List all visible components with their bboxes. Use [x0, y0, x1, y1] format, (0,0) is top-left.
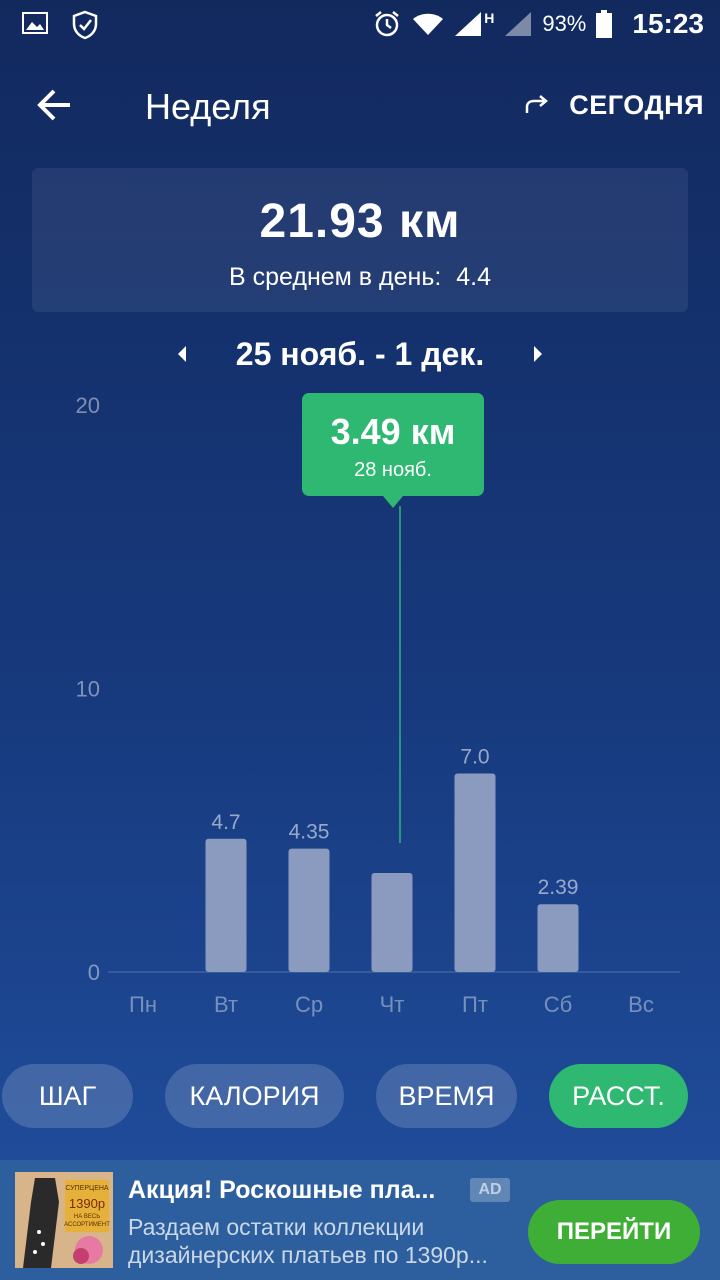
- alarm-icon: [375, 11, 399, 37]
- chart-bar[interactable]: [454, 773, 496, 972]
- tab-time[interactable]: ВРЕМЯ: [376, 1064, 517, 1128]
- tooltip-date: 28 нояб.: [354, 459, 432, 481]
- tab-calories[interactable]: КАЛОРИЯ: [165, 1064, 344, 1128]
- ad-banner[interactable]: СУПЕРЦЕНА 1390р НА ВЕСЬ АССОРТИМЕНТ Акция! …: [0, 1160, 720, 1280]
- bar-value-label: 4.7: [211, 811, 240, 834]
- ad-image[interactable]: СУПЕРЦЕНА 1390р НА ВЕСЬ АССОРТИМЕНТ: [15, 1172, 113, 1268]
- clock: 15:23: [632, 8, 704, 39]
- daily-average: В среднем в день: 4.4: [32, 263, 688, 292]
- y-tick-label: 0: [88, 960, 100, 985]
- x-tick-label: Вт: [214, 992, 238, 1017]
- tab-steps[interactable]: ШАГ: [2, 1064, 133, 1128]
- back-arrow-icon: [37, 89, 70, 121]
- ad-image-text: НА ВЕСЬ: [74, 1214, 100, 1220]
- image-icon: [22, 12, 48, 34]
- network-type-label: H: [484, 10, 495, 26]
- ad-badge: AD: [470, 1178, 510, 1202]
- ad-description-line2: дизайнерских платьев по 1390р...: [128, 1242, 488, 1268]
- ad-image-text: АССОРТИМЕНТ: [64, 1222, 110, 1228]
- tooltip-value: 3.49 км: [330, 411, 456, 452]
- tab-distance[interactable]: РАССТ.: [549, 1064, 688, 1128]
- chart-bar[interactable]: [537, 904, 579, 972]
- redo-arrow-icon: [526, 94, 549, 113]
- page-title: Неделя: [145, 86, 271, 127]
- x-tick-label: Вс: [628, 992, 654, 1017]
- chart-bar[interactable]: [205, 838, 247, 972]
- chart-bar[interactable]: [371, 873, 413, 972]
- average-value: 4.4: [456, 263, 492, 291]
- y-tick-label: 20: [76, 393, 100, 418]
- bar-value-label: 2.39: [538, 876, 579, 899]
- x-tick-label: Пт: [462, 992, 488, 1017]
- total-distance: 21.93 км: [259, 195, 461, 248]
- x-tick-label: Ср: [295, 992, 323, 1017]
- metric-tabs: ШАГ КАЛОРИЯ ВРЕМЯ РАССТ.: [0, 1064, 720, 1130]
- back-button[interactable]: [30, 80, 80, 130]
- selected-bar-tooltip: 3.49 км 28 нояб.: [302, 393, 484, 508]
- signal-icon-secondary: [505, 12, 532, 36]
- ad-image-text: СУПЕРЦЕНА: [65, 1185, 109, 1192]
- next-week-button[interactable]: [528, 342, 548, 366]
- x-tick-label: Чт: [380, 992, 405, 1017]
- today-label: СЕГОДНЯ: [569, 90, 704, 120]
- ad-go-button[interactable]: ПЕРЕЙТИ: [528, 1200, 700, 1264]
- battery-percent: 93%: [542, 11, 587, 36]
- battery-icon: [596, 10, 613, 38]
- x-tick-label: Сб: [544, 992, 573, 1017]
- today-button[interactable]: СЕГОДНЯ: [525, 90, 704, 121]
- date-range-label: 25 нояб. - 1 дек.: [235, 336, 485, 372]
- ad-title[interactable]: Акция! Роскошные пла...: [128, 1176, 435, 1205]
- ad-dress-picture: СУПЕРЦЕНА 1390р НА ВЕСЬ АССОРТИМЕНТ: [15, 1172, 113, 1268]
- wifi-icon: [413, 13, 444, 35]
- chart-bar[interactable]: [288, 848, 330, 972]
- ad-description-line1: Раздаем остатки коллекции: [128, 1214, 425, 1240]
- y-tick-label: 10: [76, 677, 100, 702]
- shield-check-icon: [72, 10, 98, 40]
- bar-value-label: 7.0: [460, 746, 489, 769]
- average-label: В среднем в день:: [228, 263, 442, 291]
- x-tick-label: Пн: [129, 992, 157, 1017]
- ad-image-text: 1390р: [69, 1196, 105, 1211]
- top-bar: Неделя СЕГОДНЯ: [0, 60, 720, 150]
- summary-card: 21.93 км В среднем в день: 4.4: [32, 168, 688, 312]
- status-bar: H 93% 15:23: [0, 0, 720, 50]
- date-range-selector: 25 нояб. - 1 дек.: [0, 330, 720, 380]
- signal-icon: [455, 12, 482, 36]
- bar-value-label: 4.35: [289, 821, 330, 844]
